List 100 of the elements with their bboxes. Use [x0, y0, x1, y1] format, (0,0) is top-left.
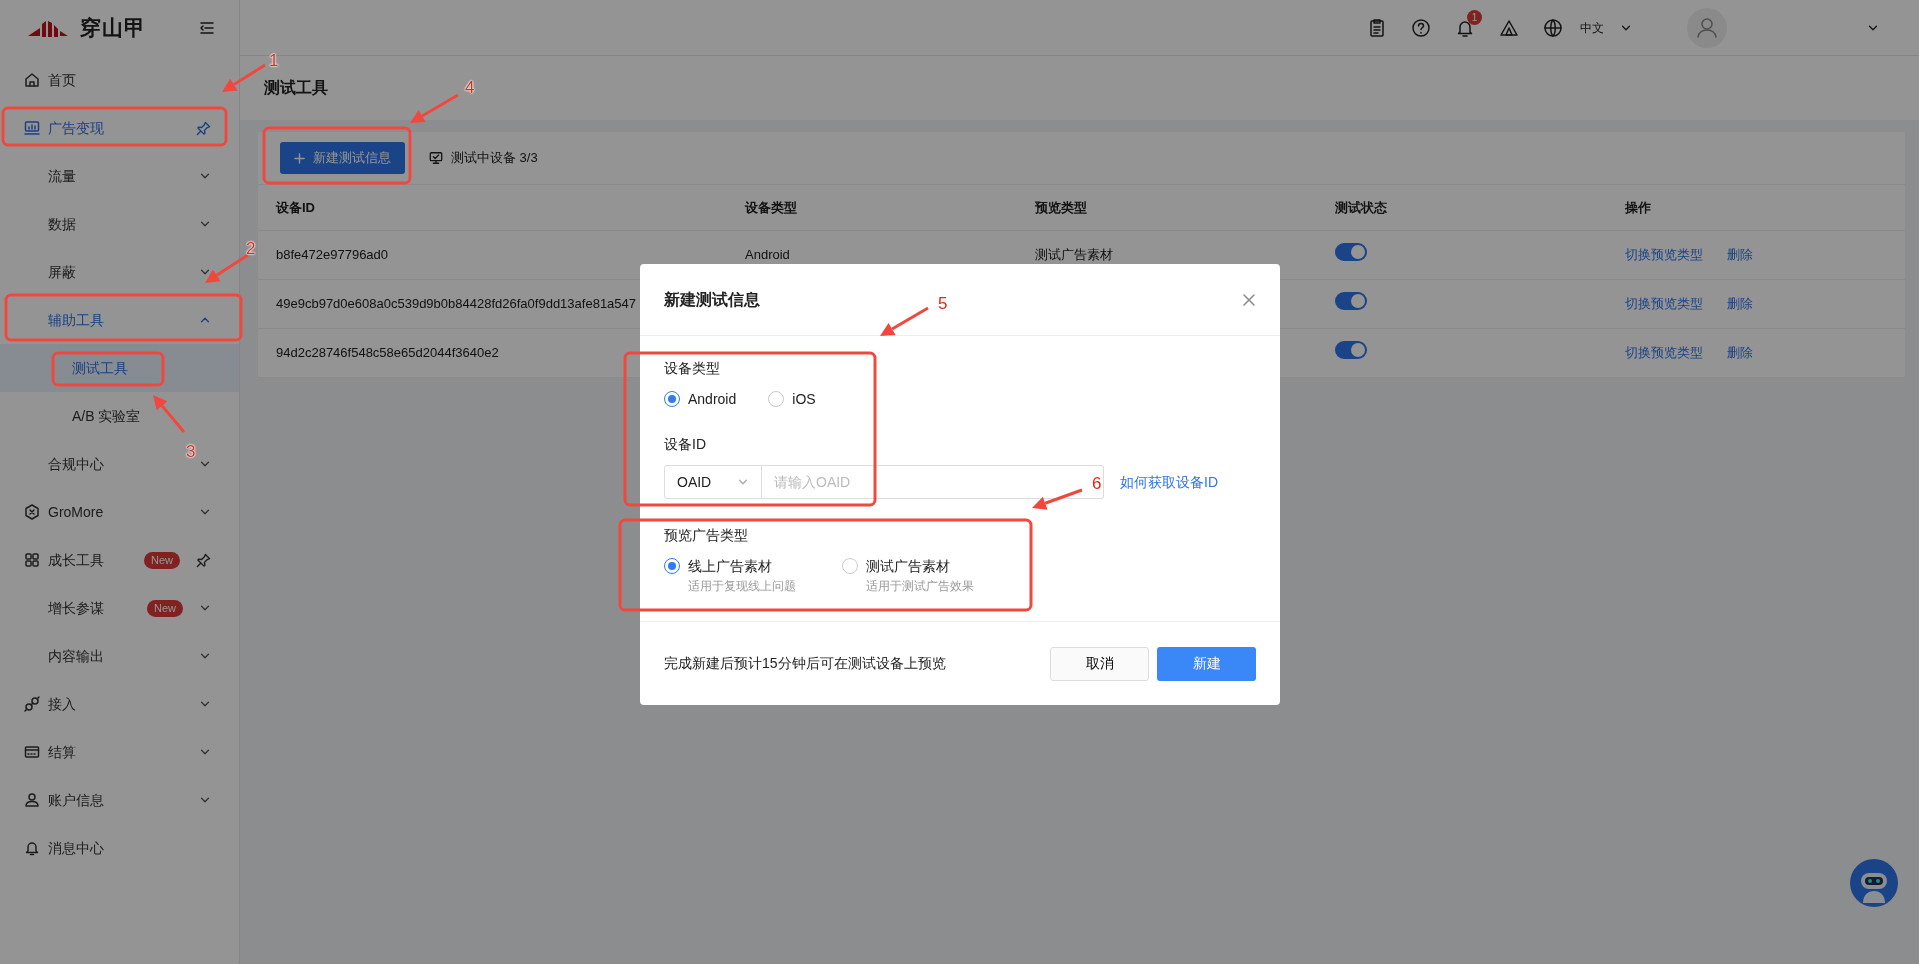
robot-assistant-icon[interactable]: [1849, 858, 1899, 908]
sidebar-item[interactable]: GroMore: [48, 503, 104, 520]
toggle-switch[interactable]: [1335, 292, 1367, 311]
plug-icon: [24, 696, 40, 712]
annotation-arrow: [153, 395, 186, 433]
pin-icon[interactable]: [196, 552, 211, 568]
sidebar-item[interactable]: 接入: [48, 695, 76, 712]
create-button[interactable]: 新建: [1157, 646, 1256, 681]
column-header: 操作: [1607, 184, 1905, 231]
sidebar-item[interactable]: 流量: [48, 167, 76, 184]
table-cell: Android: [745, 247, 790, 263]
annotation-number: 3: [186, 443, 196, 460]
sidebar-item[interactable]: 内容输出: [48, 647, 104, 664]
sidebar-item[interactable]: 合规中心: [48, 455, 104, 472]
radio-button[interactable]: [664, 558, 680, 574]
monitor-icon: [429, 151, 443, 165]
monitor-chart-icon: [24, 120, 40, 136]
radio-option[interactable]: 线上广告素材 适用于复现线上问题: [664, 556, 796, 595]
sidebar-item[interactable]: 屏蔽: [48, 263, 76, 280]
table-cell: b8fe472e97796ad0: [276, 247, 389, 263]
modal-title: 新建测试信息: [664, 289, 760, 310]
pin-icon[interactable]: [196, 120, 211, 136]
action-link[interactable]: 切换预览类型: [1625, 296, 1703, 312]
toggle-switch[interactable]: [1335, 341, 1367, 360]
table-cell: 94d2c28746f548c58e65d2044f3640e2: [276, 345, 499, 361]
field-label: 设备类型: [664, 359, 720, 378]
table-cell: 49e9cb97d0e608a0c539d9b0b84428fd26fa0f9dd13afe81a547: [276, 296, 637, 312]
field-label: 设备ID: [664, 435, 706, 454]
collapse-menu-icon[interactable]: [198, 20, 215, 36]
sidebar-item[interactable]: 账户信息: [48, 791, 104, 808]
radio-option[interactable]: Android: [664, 389, 737, 410]
annotation-number: 5: [938, 295, 948, 312]
annotation-number: 1: [269, 52, 279, 69]
sidebar-item[interactable]: A/B 实验室: [72, 407, 141, 424]
sidebar-item[interactable]: 广告变现: [48, 119, 104, 136]
annotation-arrow: [880, 306, 929, 336]
sidebar-item[interactable]: 数据: [48, 215, 76, 232]
radio-option[interactable]: 测试广告素材 适用于测试广告效果: [842, 556, 974, 595]
new-badge: New: [147, 599, 183, 617]
annotation-number: 4: [465, 79, 475, 96]
close-icon: [1242, 292, 1256, 307]
annotation-arrow: [1032, 488, 1083, 510]
column-header: 预览类型: [1017, 184, 1317, 231]
page-title: 测试工具: [264, 78, 328, 98]
triangle-icon[interactable]: [1499, 17, 1519, 38]
sidebar-item[interactable]: 增长参谋: [48, 599, 104, 616]
table-cell: 测试广告素材: [1035, 247, 1113, 263]
new-badge: New: [144, 551, 180, 569]
close-button[interactable]: [1242, 292, 1256, 307]
devices-count: 测试中设备 3/3: [451, 149, 538, 168]
annotation-number: 2: [246, 240, 256, 257]
new-test-button[interactable]: 新建测试信息: [280, 142, 405, 174]
id-type-select[interactable]: OAID: [664, 465, 762, 499]
sidebar-item[interactable]: 测试工具: [0, 344, 239, 392]
sidebar-item[interactable]: 辅助工具: [48, 311, 104, 328]
option-hint: 适用于复现线上问题: [688, 578, 796, 595]
annotation-arrow: [222, 63, 266, 92]
option-label: 线上广告素材: [688, 557, 773, 576]
avatar-icon: [1687, 7, 1727, 48]
annotation-number: 6: [1092, 475, 1102, 492]
action-link[interactable]: 删除: [1727, 247, 1753, 263]
radio-button[interactable]: [664, 391, 680, 407]
logo-text: 穿山甲: [80, 15, 146, 42]
column-header: 设备类型: [727, 184, 1017, 231]
option-hint: 适用于测试广告效果: [866, 578, 974, 595]
radio-button[interactable]: [842, 558, 858, 574]
card-icon: [24, 744, 40, 760]
action-link[interactable]: 删除: [1727, 345, 1753, 361]
notification-badge: 1: [1467, 9, 1482, 25]
sidebar-item[interactable]: 结算: [48, 743, 76, 760]
bell-icon: [24, 840, 40, 856]
clipboard-icon[interactable]: [1367, 17, 1387, 38]
house-icon: [24, 72, 40, 88]
action-link[interactable]: 切换预览类型: [1625, 247, 1703, 263]
help-icon[interactable]: [1411, 17, 1431, 38]
plus-icon: [294, 152, 305, 164]
cancel-button[interactable]: 取消: [1050, 646, 1149, 681]
radio-option[interactable]: iOS: [768, 389, 816, 410]
sidebar-item[interactable]: 消息中心: [48, 839, 104, 856]
action-link[interactable]: 删除: [1727, 296, 1753, 312]
sidebar-item[interactable]: 首页: [48, 71, 76, 88]
field-label: 预览广告类型: [664, 526, 748, 545]
option-label: Android: [688, 390, 737, 409]
user-icon: [24, 792, 40, 808]
sidebar-item[interactable]: 成长工具: [48, 551, 104, 568]
footer-note: 完成新建后预计15分钟后可在测试设备上预览: [664, 654, 946, 673]
language-selector[interactable]: 中文: [1579, 17, 1633, 38]
option-label: iOS: [792, 390, 816, 409]
globe-icon[interactable]: [1543, 17, 1563, 38]
column-header: 设备ID: [258, 184, 727, 231]
toggle-switch[interactable]: [1335, 243, 1367, 262]
column-header: 测试状态: [1317, 184, 1607, 231]
hexagon-x-icon: [24, 504, 40, 520]
action-link[interactable]: 切换预览类型: [1625, 345, 1703, 361]
radio-button[interactable]: [768, 391, 785, 407]
annotation-arrow: [205, 253, 249, 283]
help-link[interactable]: 如何获取设备ID: [1120, 471, 1218, 493]
grid-icon: [24, 552, 40, 568]
annotation-arrow: [410, 93, 459, 123]
option-label: 测试广告素材: [866, 557, 951, 576]
